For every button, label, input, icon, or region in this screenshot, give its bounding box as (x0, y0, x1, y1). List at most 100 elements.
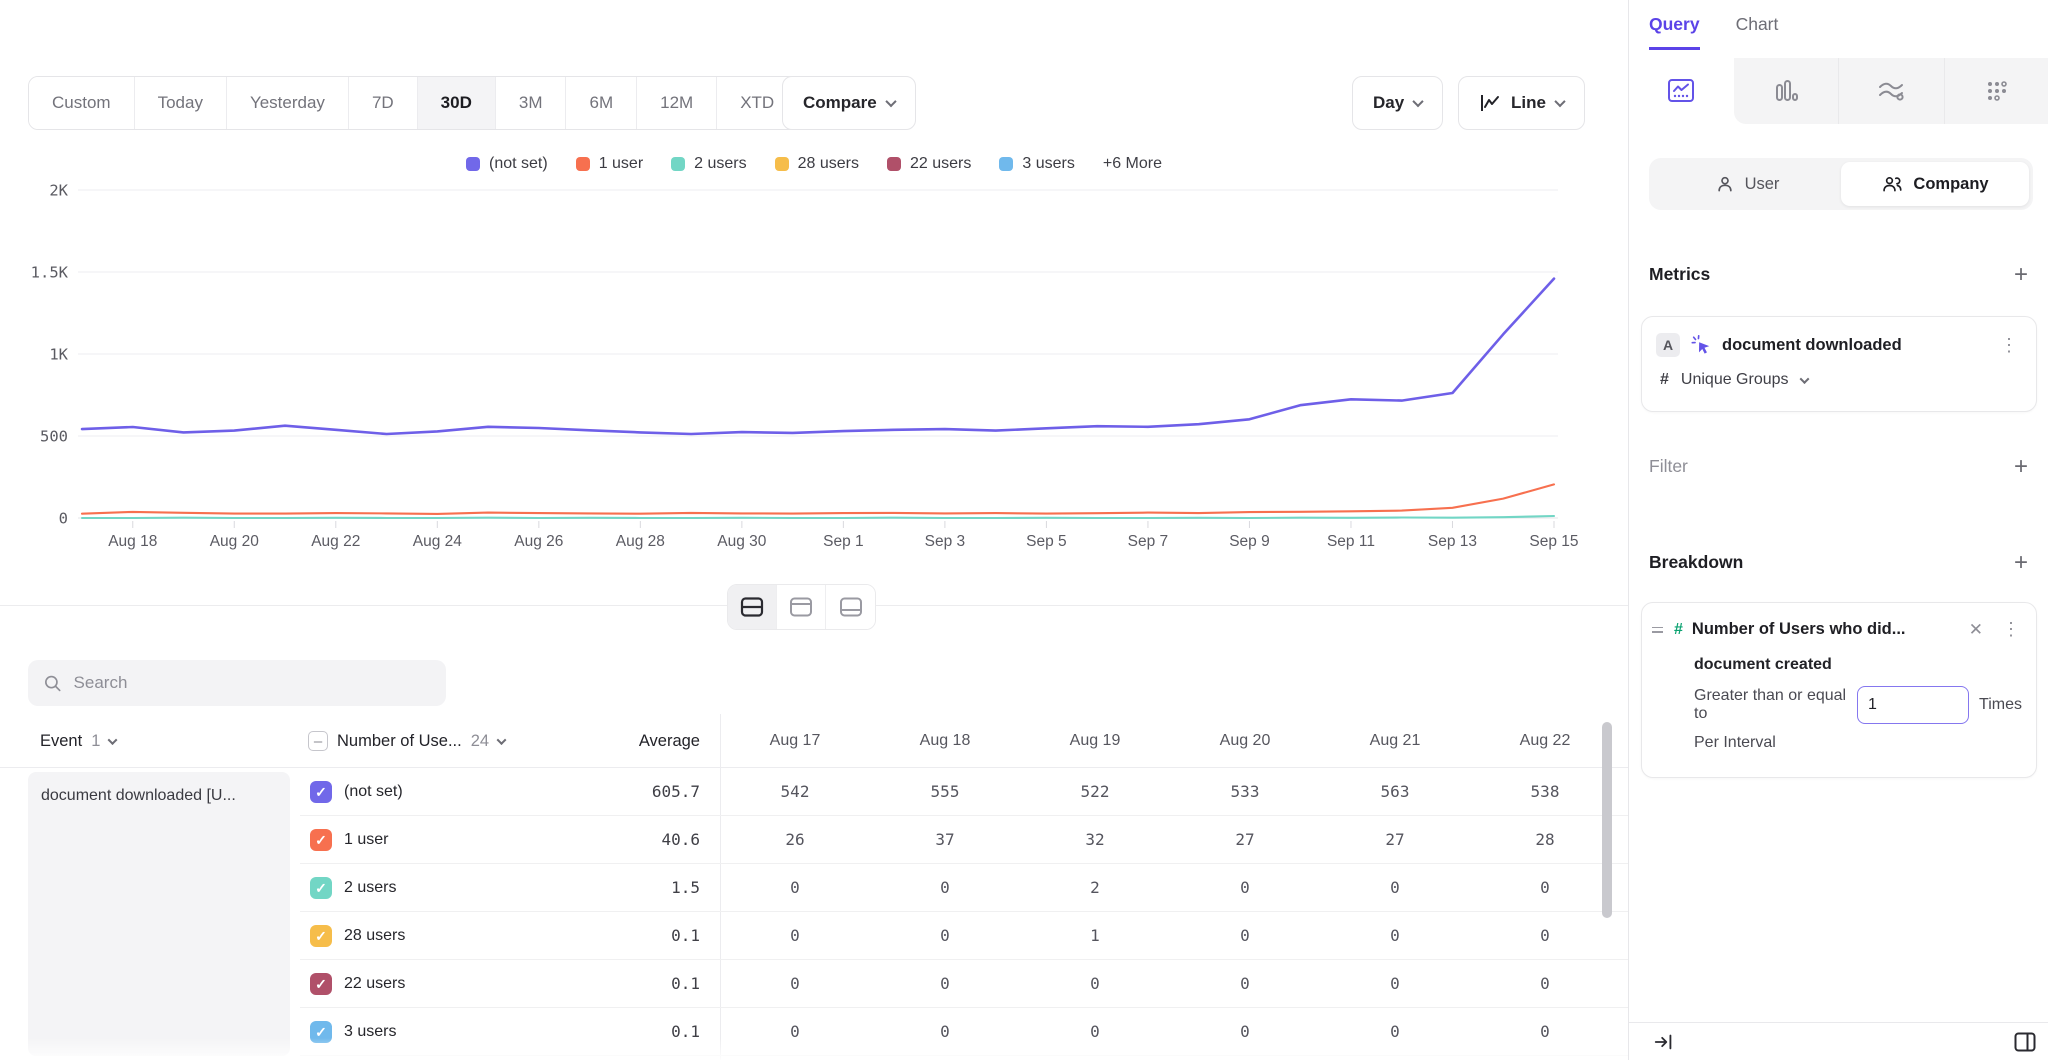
add-metric-button[interactable]: + (2014, 265, 2028, 285)
insights-chart-icon (1667, 78, 1695, 104)
series-label: 1 user (344, 816, 388, 864)
breakdown-kebab-menu[interactable]: ⋮ (1998, 619, 2024, 640)
date-column-header[interactable]: Aug 18 (870, 714, 1020, 767)
chart-only-view-button[interactable] (777, 585, 826, 629)
tab-chart[interactable]: Chart (1736, 14, 1779, 50)
breakdown-title[interactable]: Number of Users who did... (1692, 620, 1954, 639)
more-chart-types-tab[interactable] (1945, 58, 2048, 124)
series-checkbox[interactable]: ✓ (310, 925, 332, 947)
table-row[interactable]: ✓22 users0.1000000 (300, 960, 1628, 1008)
range-6m[interactable]: 6M (566, 77, 637, 129)
series-count: 24 (471, 732, 489, 751)
date-column-header[interactable]: Aug 20 (1170, 714, 1320, 767)
bar-chart-icon (1773, 79, 1799, 103)
metric-event-name[interactable]: document downloaded (1722, 336, 1986, 355)
drag-handle-icon[interactable] (1650, 625, 1665, 635)
event-name-cell[interactable]: document downloaded [U... (28, 772, 290, 1056)
tab-query[interactable]: Query (1649, 14, 1700, 50)
series-label: (not set) (344, 768, 403, 816)
breakdown-condition-label[interactable]: Greater than or equal to (1694, 687, 1847, 723)
series-value: 0 (1320, 864, 1470, 912)
legend-item[interactable]: 28 users (775, 155, 859, 173)
svg-text:Sep 3: Sep 3 (925, 533, 966, 550)
legend-item[interactable]: (not set) (466, 155, 548, 173)
funnel-chart-tab[interactable] (1734, 58, 1840, 124)
range-3m[interactable]: 3M (496, 77, 567, 129)
add-filter-button[interactable]: + (2014, 457, 2028, 477)
entity-user-segment[interactable]: User (1653, 162, 1841, 206)
table-row[interactable]: ✓2 users1.5002000 (300, 864, 1628, 912)
search-icon (44, 674, 62, 693)
date-column-header[interactable]: Aug 19 (1020, 714, 1170, 767)
range-7d[interactable]: 7D (349, 77, 418, 129)
interval-button[interactable]: Day (1352, 76, 1443, 130)
breakdown-per-interval-label[interactable]: Per Interval (1694, 734, 1776, 752)
legend-label: 22 users (910, 155, 971, 173)
breakdown-card[interactable]: # Number of Users who did... ✕ ⋮ documen… (1641, 602, 2037, 778)
series-value: 27 (1320, 816, 1470, 864)
panel-layout-button[interactable] (2013, 1031, 2037, 1053)
segmentation-chart-tab[interactable] (1629, 58, 1734, 124)
range-30d[interactable]: 30D (418, 77, 496, 129)
event-header-label: Event (40, 732, 82, 751)
collapse-sidebar-button[interactable] (1653, 1031, 1675, 1053)
series-checkbox[interactable]: ✓ (310, 829, 332, 851)
series-checkbox[interactable]: ✓ (310, 781, 332, 803)
search-field[interactable] (28, 660, 446, 706)
trend-chart[interactable]: 05001K1.5K2KAug 18Aug 20Aug 22Aug 24Aug … (10, 180, 1590, 555)
breakdown-event-name[interactable]: document created (1694, 656, 1832, 674)
series-checkbox[interactable]: ✓ (310, 973, 332, 995)
svg-text:Sep 5: Sep 5 (1026, 533, 1067, 550)
sidebar-tabs: Query Chart (1649, 14, 1778, 50)
range-12m[interactable]: 12M (637, 77, 717, 129)
select-all-checkbox[interactable]: – (308, 731, 328, 751)
table-scrollbar[interactable] (1602, 722, 1612, 918)
legend-item[interactable]: 2 users (671, 155, 746, 173)
journeys-chart-tab[interactable] (1839, 58, 1945, 124)
series-value: 0 (720, 864, 870, 912)
close-icon[interactable]: ✕ (1963, 620, 1989, 640)
series-value: 28 (1470, 816, 1598, 864)
series-label: 28 users (344, 912, 405, 960)
range-custom[interactable]: Custom (29, 77, 135, 129)
svg-text:500: 500 (40, 428, 68, 446)
interval-label: Day (1373, 93, 1404, 113)
compare-button[interactable]: Compare (782, 76, 916, 130)
svg-text:Sep 1: Sep 1 (823, 533, 864, 550)
series-checkbox[interactable]: ✓ (310, 1021, 332, 1043)
table-only-view-button[interactable] (826, 585, 875, 629)
range-yesterday[interactable]: Yesterday (227, 77, 349, 129)
sidebar-footer (1629, 1022, 2048, 1060)
add-breakdown-button[interactable]: + (2014, 553, 2028, 573)
split-view-button[interactable] (728, 585, 777, 629)
legend-swatch (466, 157, 480, 171)
date-column-header[interactable]: Aug 17 (720, 714, 870, 767)
series-column-header[interactable]: – Number of Use... 24 (308, 714, 505, 768)
chart-type-button[interactable]: Line (1458, 76, 1585, 130)
legend-more[interactable]: +6 More (1103, 155, 1162, 173)
metric-card[interactable]: A document downloaded ⋮ # Unique Groups (1641, 316, 2037, 412)
event-column-header[interactable]: Event 1 (40, 714, 116, 768)
search-input[interactable] (74, 673, 430, 693)
aggregation-selector[interactable]: Unique Groups (1681, 371, 1789, 389)
table-row[interactable]: ✓3 users0.1000000 (300, 1008, 1628, 1056)
legend-item[interactable]: 22 users (887, 155, 971, 173)
date-column-header[interactable]: Aug 21 (1320, 714, 1470, 767)
average-column-header[interactable]: Average (560, 714, 700, 768)
legend-label: 2 users (694, 155, 746, 173)
series-value: 0 (1320, 1008, 1470, 1056)
table-row[interactable]: ✓1 user40.6263732272728 (300, 816, 1628, 864)
breakdown-value-input[interactable] (1857, 686, 1969, 724)
legend-item[interactable]: 3 users (999, 155, 1074, 173)
metric-kebab-menu[interactable]: ⋮ (1996, 335, 2022, 356)
table-row[interactable]: ✓(not set)605.7542555522533563538 (300, 768, 1628, 816)
series-value: 0 (1470, 864, 1598, 912)
series-checkbox[interactable]: ✓ (310, 877, 332, 899)
range-today[interactable]: Today (135, 77, 227, 129)
table-row[interactable]: ✓28 users0.1001000 (300, 912, 1628, 960)
legend-item[interactable]: 1 user (576, 155, 643, 173)
date-column-header[interactable]: Aug 22 (1470, 714, 1598, 767)
svg-text:Aug 22: Aug 22 (311, 533, 360, 550)
dot-grid-icon (1985, 79, 2009, 103)
entity-company-segment[interactable]: Company (1841, 162, 2029, 206)
